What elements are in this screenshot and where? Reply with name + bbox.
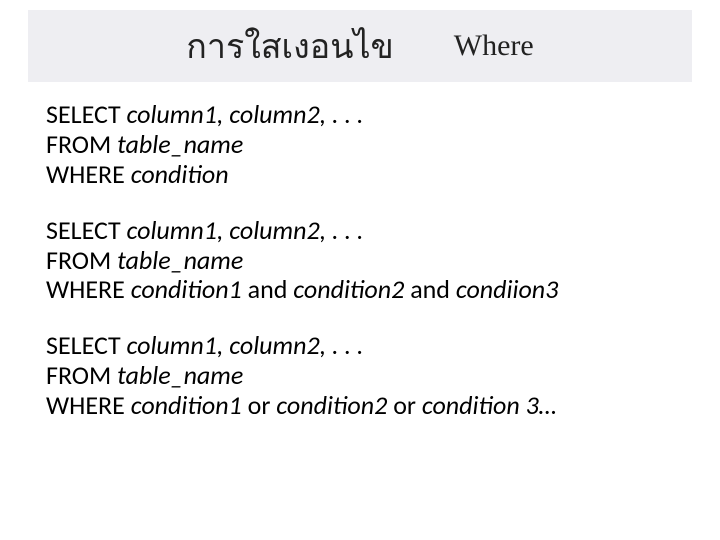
- kw-select: SELECT: [46, 214, 127, 246]
- kw-where: WHERE: [46, 389, 131, 421]
- kw-or: or: [248, 389, 277, 421]
- kw-where: WHERE: [46, 158, 131, 190]
- sql-block-3: SELECT column1, column2, . . . FROM tabl…: [46, 331, 690, 421]
- sql-line: FROM table_name: [46, 246, 690, 276]
- title-thai: การใสเงอนไข: [186, 19, 394, 73]
- sql-columns: column1, column2, . . .: [127, 329, 364, 361]
- sql-condition: condition1: [131, 389, 248, 421]
- kw-from: FROM: [46, 244, 117, 276]
- sql-condition: condition1: [131, 273, 248, 305]
- sql-line: SELECT column1, column2, . . .: [46, 216, 690, 246]
- title-bar: การใสเงอนไข Where: [28, 10, 692, 82]
- sql-line: FROM table_name: [46, 361, 690, 391]
- sql-condition: condition2: [293, 273, 410, 305]
- kw-select: SELECT: [46, 329, 127, 361]
- sql-block-1: SELECT column1, column2, . . . FROM tabl…: [46, 100, 690, 190]
- title-eng: Where: [454, 29, 534, 63]
- kw-where: WHERE: [46, 273, 131, 305]
- slide: การใสเงอนไข Where SELECT column1, column…: [0, 0, 720, 540]
- sql-condition: condition 3…: [422, 389, 557, 421]
- kw-select: SELECT: [46, 98, 127, 130]
- sql-line: WHERE condition: [46, 160, 690, 190]
- slide-body: SELECT column1, column2, . . . FROM tabl…: [46, 100, 690, 447]
- sql-condition: condiion3: [456, 273, 559, 305]
- sql-condition: condition2: [276, 389, 393, 421]
- sql-line: FROM table_name: [46, 130, 690, 160]
- sql-table: table_name: [117, 359, 243, 391]
- sql-table: table_name: [117, 128, 243, 160]
- sql-columns: column1, column2, . . .: [127, 214, 364, 246]
- sql-line: SELECT column1, column2, . . .: [46, 331, 690, 361]
- kw-from: FROM: [46, 359, 117, 391]
- sql-line: WHERE condition1 and condition2 and cond…: [46, 275, 690, 305]
- kw-from: FROM: [46, 128, 117, 160]
- sql-condition: condition: [131, 158, 229, 190]
- sql-line: SELECT column1, column2, . . .: [46, 100, 690, 130]
- sql-table: table_name: [117, 244, 243, 276]
- kw-or: or: [393, 389, 422, 421]
- sql-block-2: SELECT column1, column2, . . . FROM tabl…: [46, 216, 690, 306]
- kw-and: and: [248, 273, 294, 305]
- kw-and: and: [410, 273, 456, 305]
- sql-columns: column1, column2, . . .: [127, 98, 364, 130]
- sql-line: WHERE condition1 or condition2 or condit…: [46, 391, 690, 421]
